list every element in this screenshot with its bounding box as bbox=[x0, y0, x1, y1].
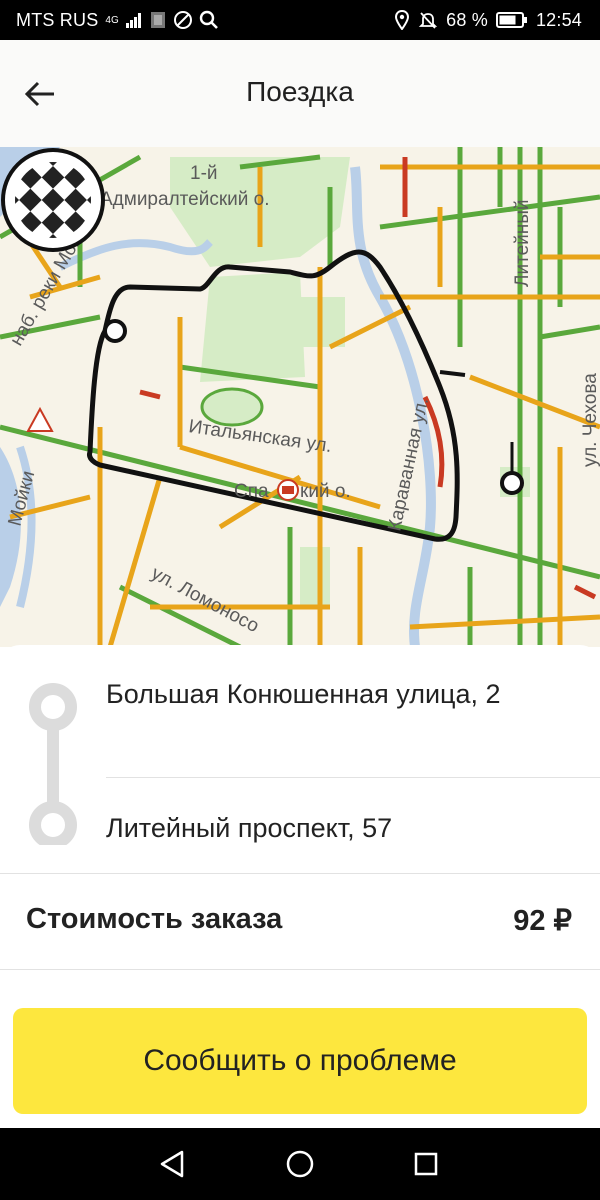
roadworks-sign-icon bbox=[26, 406, 54, 432]
camera-icon-body bbox=[282, 486, 294, 494]
map-label-chekhova: ул. Чехова bbox=[580, 373, 600, 467]
network-type: 4G bbox=[105, 14, 119, 26]
map-label-italian-street: Итальянская ул. bbox=[187, 416, 333, 457]
status-bar-left: MTS RUS 4G bbox=[16, 0, 219, 40]
system-nav-bar bbox=[0, 1128, 600, 1200]
square-recents-icon bbox=[414, 1152, 438, 1176]
search-icon bbox=[199, 10, 218, 29]
start-point-marker[interactable] bbox=[103, 319, 127, 343]
cost-divider-bottom bbox=[0, 969, 600, 970]
address-divider bbox=[106, 777, 600, 778]
nav-back-button[interactable] bbox=[154, 1146, 190, 1182]
nav-recents-button[interactable] bbox=[408, 1146, 444, 1182]
map-label-spassky-left: Спа bbox=[234, 481, 269, 502]
order-cost-label: Стоимость заказа bbox=[26, 903, 283, 935]
map-label-admiralty-2: Адмиралтейский о. bbox=[100, 189, 270, 210]
map-label-liteyny: Литейный bbox=[512, 199, 533, 287]
muted-bell-icon bbox=[418, 12, 438, 29]
finish-flag-icon[interactable] bbox=[0, 147, 106, 253]
battery-percent: 68 % bbox=[446, 9, 488, 30]
route-map[interactable]: 1-й Адмиралтейский о. наб. реки Мойки Ит… bbox=[0, 147, 600, 647]
map-label-spassky-right: кий о. bbox=[300, 481, 351, 502]
triangle-back-icon bbox=[160, 1150, 184, 1178]
status-bar: MTS RUS 4G 68 % 12:54 bbox=[0, 0, 600, 40]
no-location-icon bbox=[173, 11, 192, 29]
destination-address: Литейный проспект, 57 bbox=[106, 813, 393, 843]
map-label-admiralty-1: 1-й bbox=[190, 163, 218, 184]
carrier-name: MTS RUS bbox=[16, 9, 99, 30]
park-small bbox=[300, 547, 330, 607]
clock: 12:54 bbox=[535, 9, 582, 30]
cost-divider-top bbox=[0, 873, 600, 874]
status-bar-right: 68 % 12:54 bbox=[394, 0, 582, 40]
battery-icon bbox=[495, 12, 527, 28]
map-label-lomonosova: ул. Ломоносо bbox=[148, 563, 263, 637]
nav-home-button[interactable] bbox=[282, 1146, 318, 1182]
route-tail bbox=[439, 370, 466, 377]
order-cost-value: 92 ₽ bbox=[513, 905, 572, 937]
notification-icon bbox=[150, 12, 165, 28]
location-pin-icon bbox=[395, 10, 410, 30]
trip-details-sheet: Большая Конюшенная улица, 2 Литейный про… bbox=[0, 645, 600, 1130]
park-mikhailovsky bbox=[200, 272, 305, 382]
page-title: Поездка bbox=[246, 76, 354, 107]
signal-icon bbox=[125, 13, 141, 28]
circle-home-icon bbox=[286, 1150, 314, 1178]
route-timeline-icon bbox=[29, 683, 77, 845]
origin-address: Большая Конюшенная улица, 2 bbox=[106, 679, 501, 709]
report-problem-button[interactable]: Сообщить о проблеме bbox=[13, 1008, 587, 1114]
end-point-marker[interactable] bbox=[500, 471, 524, 495]
header: Поездка bbox=[0, 40, 600, 147]
